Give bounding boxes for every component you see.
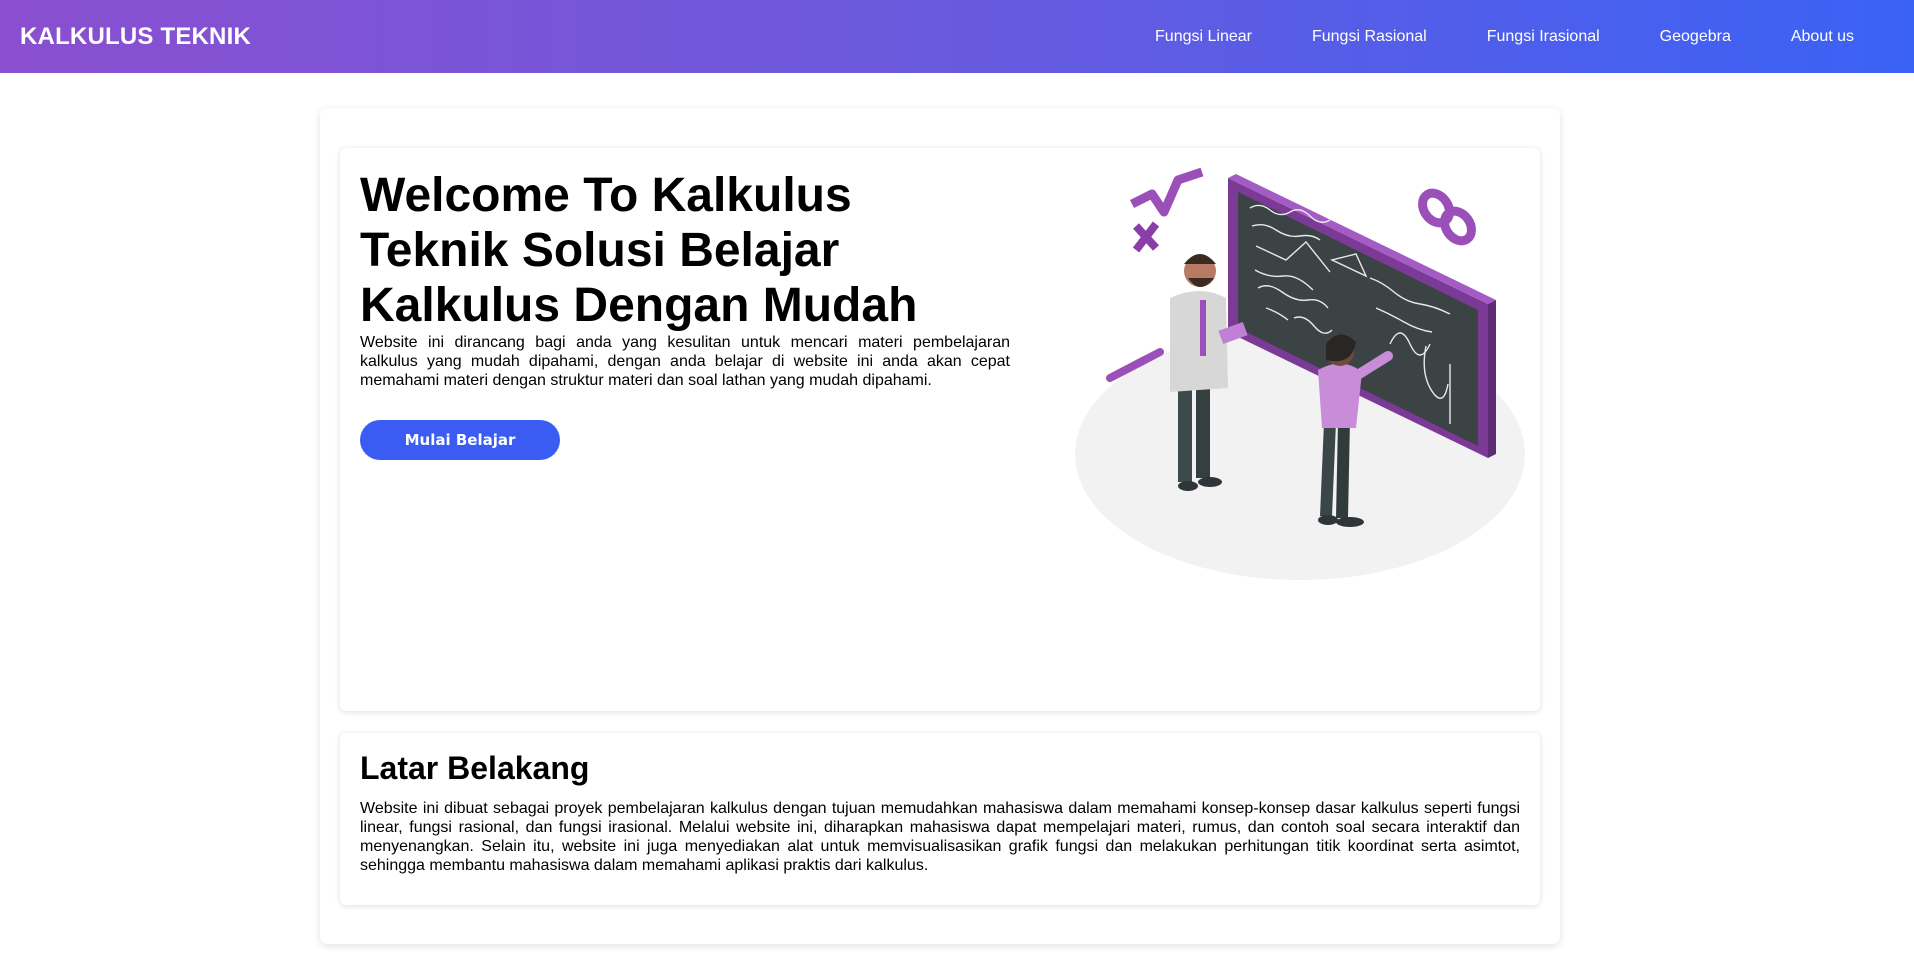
- about-text: Website ini dibuat sebagai proyek pembel…: [360, 800, 1520, 874]
- about-title: Latar Belakang: [360, 750, 590, 786]
- mulai-belajar-button[interactable]: Mulai Belajar: [360, 420, 560, 460]
- chalkboard-illustration: [1075, 168, 1525, 580]
- nav-links: Fungsi Linear Fungsi Rasional Fungsi Ira…: [1125, 0, 1876, 73]
- nav-link-geogebra[interactable]: Geogebra: [1630, 0, 1761, 73]
- top-navbar: KALKULUS TEKNIK Fungsi Linear Fungsi Ras…: [0, 0, 1914, 73]
- infinity-icon: [1418, 188, 1476, 246]
- nav-link-fungsi-rasional[interactable]: Fungsi Rasional: [1282, 0, 1457, 73]
- nav-link-fungsi-irasional[interactable]: Fungsi Irasional: [1457, 0, 1630, 73]
- nav-link-about-us[interactable]: About us: [1761, 0, 1876, 73]
- hero-title: Welcome To Kalkulus Teknik Solusi Belaja…: [360, 169, 918, 332]
- brand-logo[interactable]: KALKULUS TEKNIK: [20, 23, 251, 51]
- nav-link-fungsi-linear[interactable]: Fungsi Linear: [1125, 0, 1282, 73]
- hero-description: Website ini dirancang bagi anda yang kes…: [360, 334, 1010, 389]
